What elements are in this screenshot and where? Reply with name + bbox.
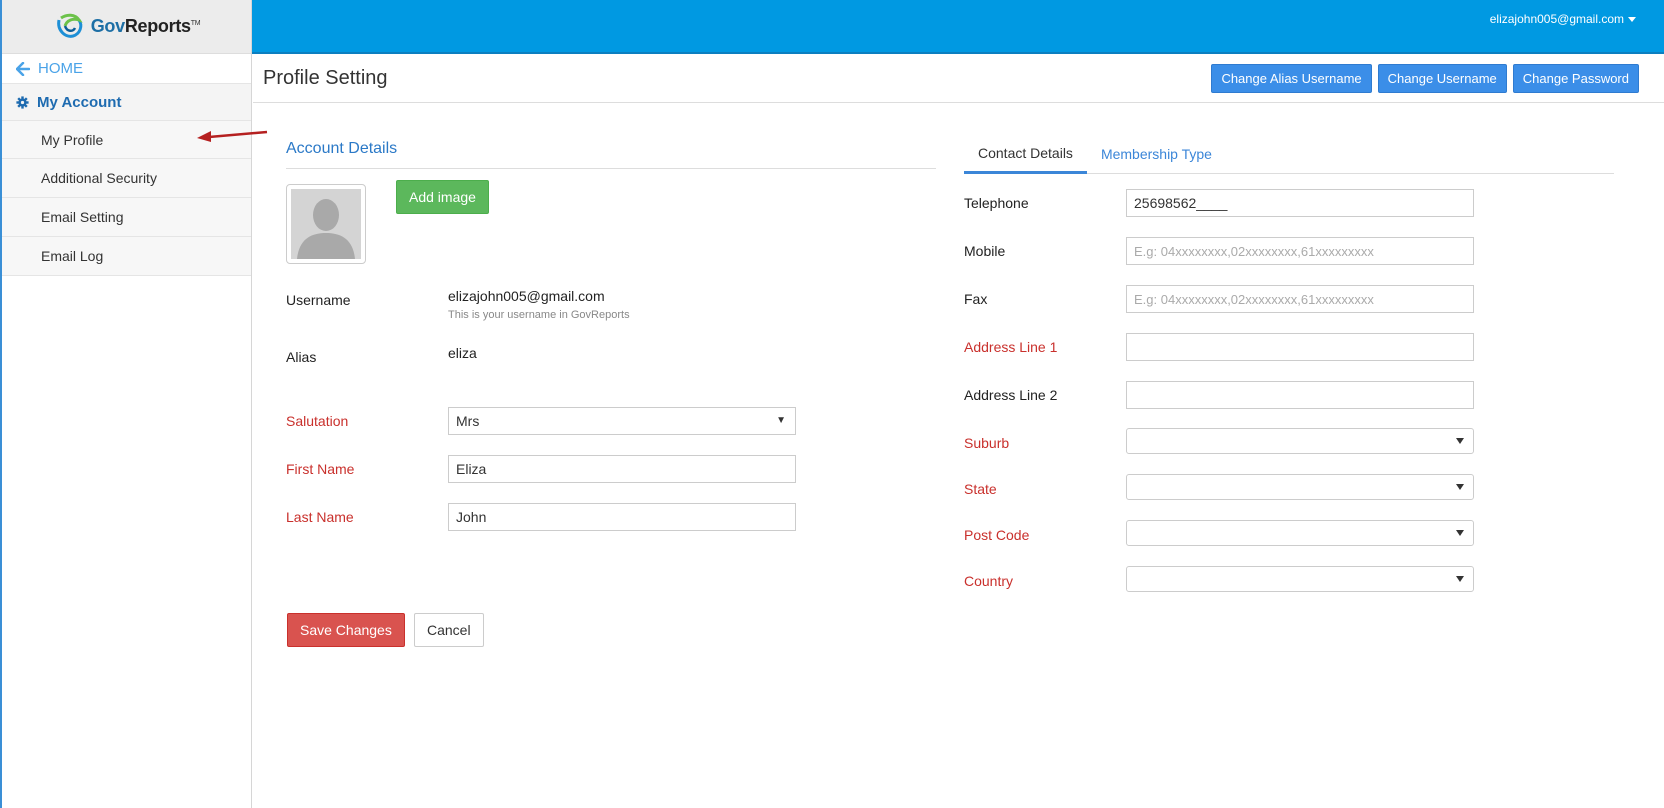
contact-tabs: Contact Details Membership Type [964, 134, 1614, 174]
sidebar-item-label: My Profile [41, 131, 104, 148]
mobile-placeholder: E.g: 04xxxxxxxx,02xxxxxxxx,61xxxxxxxxx [1134, 243, 1374, 259]
chevron-down-icon [1456, 530, 1464, 536]
fax-label: Fax [964, 291, 988, 307]
address-line-1-input[interactable] [1126, 333, 1474, 361]
suburb-label: Suburb [964, 435, 1010, 451]
user-email: elizajohn005@gmail.com [1489, 12, 1624, 26]
telephone-value: 25698562____ [1134, 195, 1228, 211]
salutation-label: Salutation [286, 413, 349, 429]
alias-value: eliza [448, 345, 477, 361]
suburb-select[interactable] [1126, 428, 1474, 454]
country-select[interactable] [1126, 566, 1474, 592]
sidebar-item-email-log[interactable]: Email Log [2, 237, 251, 276]
telephone-input[interactable]: 25698562____ [1126, 189, 1474, 217]
last-name-label: Last Name [286, 509, 354, 525]
sidebar-item-label: Email Setting [41, 209, 124, 225]
username-label: Username [286, 292, 351, 308]
header-buttons: Change Alias Username Change Username Ch… [1211, 63, 1639, 93]
last-name-value: John [456, 509, 487, 525]
state-label: State [964, 481, 997, 497]
address-line-1-label: Address Line 1 [964, 339, 1058, 355]
first-name-input[interactable]: Eliza [448, 455, 796, 483]
caret-down-icon [1628, 16, 1636, 22]
main-content: Profile Setting Change Alias Username Ch… [253, 54, 1664, 808]
sidebar-my-account[interactable]: My Account [2, 84, 251, 120]
alias-label: Alias [286, 349, 317, 365]
save-changes-button[interactable]: Save Changes [287, 613, 405, 647]
sidebar-item-label: Email Log [41, 248, 104, 264]
country-label: Country [964, 573, 1014, 589]
avatar [286, 184, 366, 264]
sidebar-item-additional-security[interactable]: Additional Security [2, 159, 251, 198]
chevron-down-icon [1456, 484, 1464, 490]
my-account-label: My Account [37, 93, 122, 111]
avatar-placeholder [291, 189, 361, 259]
tab-membership-type[interactable]: Membership Type [1087, 134, 1226, 174]
change-username-button[interactable]: Change Username [1377, 63, 1507, 93]
sidebar-item-email-setting[interactable]: Email Setting [2, 198, 251, 237]
arrow-left-icon [16, 61, 30, 76]
sidebar-item-label: Additional Security [41, 170, 157, 186]
cancel-button[interactable]: Cancel [414, 613, 484, 647]
govreports-logo[interactable]: GovReportsTM [53, 12, 201, 42]
user-menu[interactable]: elizajohn005@gmail.com [1490, 12, 1636, 26]
chevron-down-icon [1456, 576, 1464, 582]
fax-placeholder: E.g: 04xxxxxxxx,02xxxxxxxx,61xxxxxxxxx [1134, 291, 1374, 307]
post-code-select[interactable] [1126, 520, 1474, 546]
gear-icon [16, 95, 29, 109]
state-select[interactable] [1126, 474, 1474, 500]
page-title: Profile Setting [263, 66, 388, 89]
change-alias-username-button[interactable]: Change Alias Username [1211, 63, 1372, 93]
mobile-input[interactable]: E.g: 04xxxxxxxx,02xxxxxxxx,61xxxxxxxxx [1126, 237, 1474, 265]
logo-area: GovReportsTM [2, 0, 251, 54]
sidebar-home-link[interactable]: HOME [2, 54, 251, 84]
address-line-2-input[interactable] [1126, 381, 1474, 409]
last-name-input[interactable]: John [448, 503, 796, 531]
page-header: Profile Setting Change Alias Username Ch… [253, 54, 1664, 103]
telephone-label: Telephone [964, 195, 1029, 211]
account-details-title: Account Details [286, 140, 398, 157]
dropdown-arrow-icon: ▼ [776, 415, 786, 426]
username-value: elizajohn005@gmail.com [448, 288, 605, 304]
chevron-down-icon [1456, 438, 1464, 444]
home-label: HOME [38, 60, 83, 77]
fax-input[interactable]: E.g: 04xxxxxxxx,02xxxxxxxx,61xxxxxxxxx [1126, 285, 1474, 313]
logo-swirl-icon [56, 13, 83, 38]
tab-contact-details[interactable]: Contact Details [964, 134, 1087, 174]
post-code-label: Post Code [964, 527, 1030, 543]
person-silhouette-icon [291, 189, 361, 259]
salutation-select[interactable]: Mrs ▼ [448, 407, 796, 435]
address-line-2-label: Address Line 2 [964, 387, 1058, 403]
first-name-value: Eliza [456, 461, 487, 477]
salutation-value: Mrs [456, 413, 480, 429]
logo-wordmark: GovReportsTM [90, 16, 201, 36]
change-password-button[interactable]: Change Password [1512, 63, 1639, 93]
username-hint: This is your username in GovReports [448, 309, 630, 321]
add-image-button[interactable]: Add image [396, 180, 489, 214]
sidebar: GovReportsTM HOME My Account My Profile … [0, 0, 252, 808]
first-name-label: First Name [286, 461, 355, 477]
top-bar: elizajohn005@gmail.com [252, 0, 1664, 54]
section-divider [286, 168, 936, 169]
mobile-label: Mobile [964, 243, 1006, 259]
